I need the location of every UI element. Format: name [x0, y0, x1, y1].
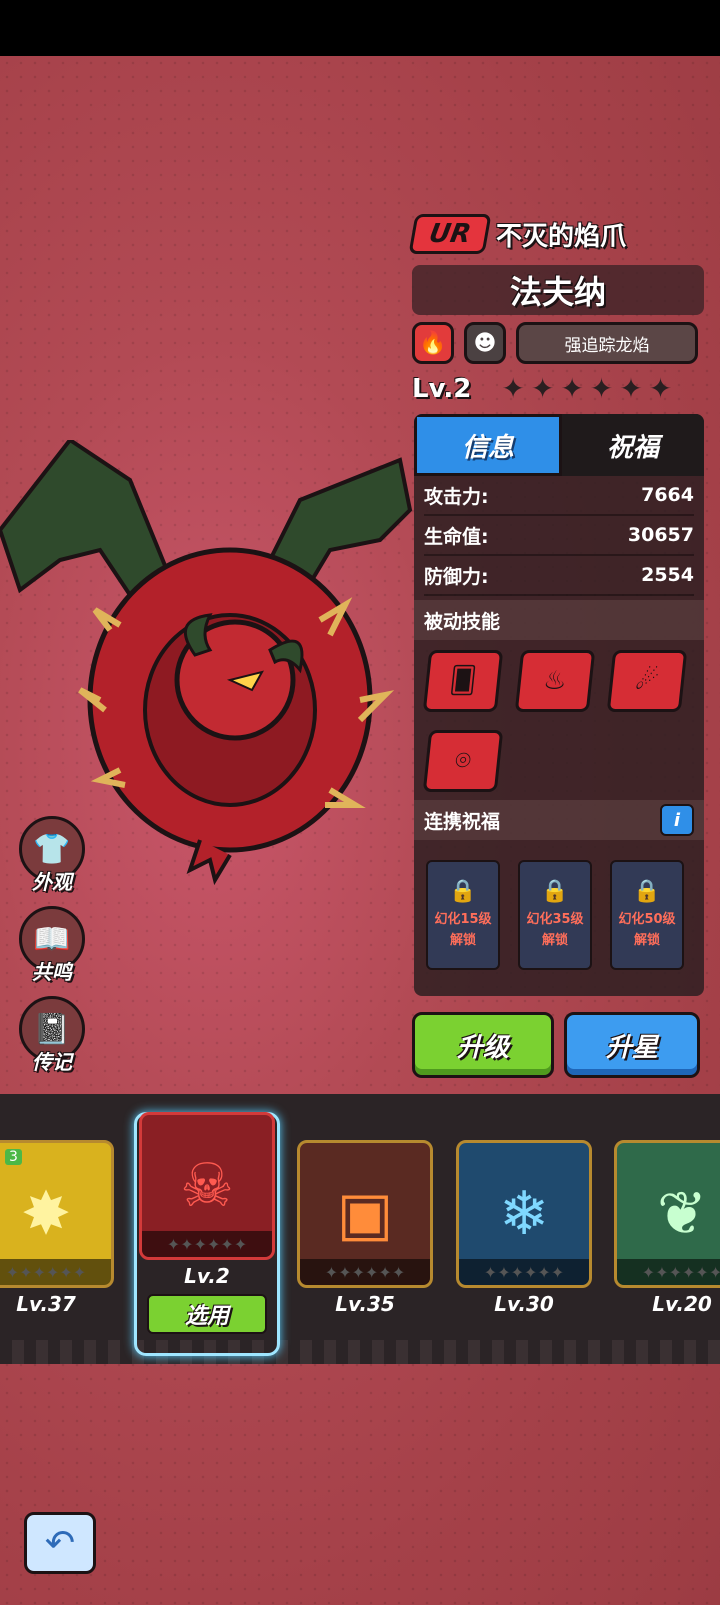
- stat-label: 攻击力:: [424, 485, 489, 508]
- hero-portrait: ▣ ✦✦✦✦✦✦: [297, 1140, 433, 1288]
- star-rating: ✦ ✦ ✦ ✦ ✦ ✦: [501, 375, 672, 403]
- unlock-requirement: 幻化50级 解锁: [618, 911, 676, 948]
- biography-button[interactable]: 📓 传记: [18, 996, 86, 1075]
- ice-crystal-hero-icon: ❄: [498, 1179, 550, 1249]
- passive-skills-header: 被动技能: [414, 600, 704, 640]
- star-icon: ✦: [530, 372, 555, 405]
- lock-icon: 🔒: [449, 878, 477, 904]
- hero-info-panel: 信息 祝福 攻击力: 7664 生命值: 30657 防御力: 2554 被动技…: [414, 414, 704, 996]
- skill-vortex-icon[interactable]: ⌾: [422, 730, 504, 792]
- locked-slot[interactable]: 🔒 幻化50级 解锁: [610, 860, 684, 970]
- card-stars: ✦✦✦✦✦✦: [300, 1259, 430, 1285]
- info-icon[interactable]: i: [660, 804, 694, 836]
- stat-row-hp: 生命值: 30657: [424, 516, 694, 556]
- rarity-badge: UR: [408, 214, 492, 254]
- hero-portrait: ❄ ✦✦✦✦✦✦: [456, 1140, 592, 1288]
- linked-blessing-header: 连携祝福 i: [414, 800, 704, 840]
- roster-card[interactable]: ❦ ✦✦✦✦✦✦ Lv.20: [614, 1140, 720, 1316]
- star-up-button[interactable]: 升星: [564, 1012, 700, 1078]
- hero-tags-row: 🔥 ☻ 强追踪龙焰: [412, 322, 698, 364]
- stat-label: 生命值:: [424, 525, 489, 548]
- back-arrow-icon: ↶: [44, 1522, 76, 1564]
- star-icon: ✦: [619, 372, 643, 405]
- unlock-requirement: 幻化35级 解锁: [526, 911, 584, 948]
- yellow-spiky-hero-icon: ✸: [20, 1179, 72, 1249]
- hero-level-row: Lv.2 ✦ ✦ ✦ ✦ ✦ ✦: [412, 374, 672, 404]
- green-beast-hero-icon: ❦: [656, 1179, 708, 1249]
- lock-icon: 🔒: [541, 878, 569, 904]
- roster-border: [0, 1340, 720, 1364]
- card-level: Lv.20: [652, 1292, 712, 1316]
- hero-portrait: ✸ 3 ✦✦✦✦✦✦: [0, 1140, 114, 1288]
- roster-card-selected[interactable]: ☠ ✦✦✦✦✦✦ Lv.2 选用: [139, 1112, 275, 1334]
- star-icon: ✦: [589, 372, 614, 405]
- roster-card[interactable]: ❄ ✦✦✦✦✦✦ Lv.30: [456, 1140, 592, 1316]
- panel-tabs: 信息 祝福: [414, 414, 704, 476]
- linked-blessing-slots: 🔒 幻化15级 解锁 🔒 幻化35级 解锁 🔒 幻化50级 解锁: [414, 840, 704, 990]
- lava-rock-hero-icon: ▣: [336, 1179, 394, 1249]
- hero-name: 法夫纳: [412, 265, 704, 315]
- signature-skill-tag[interactable]: 强追踪龙焰: [516, 322, 698, 364]
- stat-row-defense: 防御力: 2554: [424, 556, 694, 596]
- hero-portrait: ❦ ✦✦✦✦✦✦: [614, 1140, 720, 1288]
- card-level: Lv.2: [184, 1264, 230, 1288]
- hero-level: Lv.2: [412, 374, 472, 404]
- card-stars: ✦✦✦✦✦✦: [617, 1259, 720, 1285]
- star-icon: ✦: [648, 372, 673, 405]
- appearance-label: 外观: [32, 870, 72, 894]
- card-stars: ✦✦✦✦✦✦: [0, 1259, 111, 1285]
- skill-cards-icon[interactable]: 🂠: [422, 650, 504, 712]
- resonance-button[interactable]: 📖 共鸣: [18, 906, 86, 985]
- locked-slot[interactable]: 🔒 幻化35级 解锁: [518, 860, 592, 970]
- fire-element-icon[interactable]: 🔥: [412, 322, 454, 364]
- mask-class-icon[interactable]: ☻: [464, 322, 506, 364]
- hero-portrait: ☠ ✦✦✦✦✦✦: [139, 1112, 275, 1260]
- upgrade-button[interactable]: 升级: [412, 1012, 554, 1078]
- back-button[interactable]: ↶: [24, 1512, 96, 1574]
- roster-card[interactable]: ✸ 3 ✦✦✦✦✦✦ Lv.37: [0, 1140, 114, 1316]
- stat-row-attack: 攻击力: 7664: [424, 476, 694, 516]
- card-level: Lv.35: [335, 1292, 395, 1316]
- stat-label: 防御力:: [424, 565, 489, 588]
- stat-value: 2554: [641, 564, 694, 586]
- hero-epithet: 不灭的焰爪: [496, 221, 627, 252]
- passive-skills-grid: 🂠 ♨ ☄ ⌾: [414, 640, 704, 796]
- stat-value: 7664: [641, 484, 694, 506]
- linked-blessing-title: 连携祝福: [424, 810, 501, 833]
- card-stars: ✦✦✦✦✦✦: [459, 1259, 589, 1285]
- biography-label: 传记: [32, 1050, 72, 1074]
- hero-title-row: UR 不灭的焰爪: [408, 214, 627, 254]
- skill-flame-icon[interactable]: ♨: [514, 650, 596, 712]
- card-stars: ✦✦✦✦✦✦: [142, 1231, 272, 1257]
- red-dragon-hero-icon: ☠: [180, 1151, 234, 1221]
- star-icon: ✦: [560, 372, 584, 405]
- tab-info[interactable]: 信息: [414, 414, 562, 476]
- appearance-button[interactable]: 👕 外观: [18, 816, 86, 895]
- card-level: Lv.37: [16, 1292, 76, 1316]
- select-button[interactable]: 选用: [147, 1294, 267, 1334]
- status-bar: [0, 0, 720, 56]
- roster-card[interactable]: ▣ ✦✦✦✦✦✦ Lv.35: [297, 1140, 433, 1316]
- stat-value: 30657: [627, 524, 694, 546]
- star-icon: ✦: [501, 372, 525, 405]
- card-level: Lv.30: [494, 1292, 554, 1316]
- tab-blessing[interactable]: 祝福: [562, 414, 704, 476]
- skill-claw-icon[interactable]: ☄: [606, 650, 688, 712]
- unlock-requirement: 幻化15级 解锁: [434, 911, 492, 948]
- resonance-label: 共鸣: [32, 960, 72, 984]
- lock-icon: 🔒: [633, 878, 661, 904]
- rank-badge: 3: [5, 1149, 22, 1165]
- locked-slot[interactable]: 🔒 幻化15级 解锁: [426, 860, 500, 970]
